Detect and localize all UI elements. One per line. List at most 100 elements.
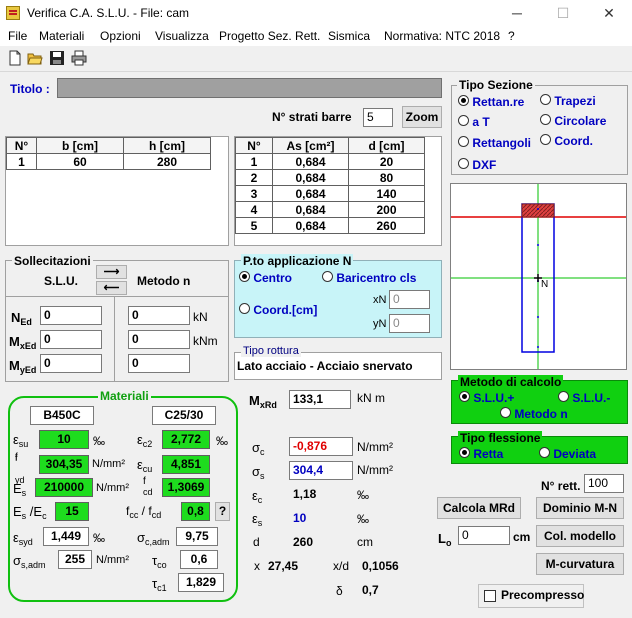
radio-dxf[interactable]: DXF: [458, 158, 496, 172]
radio-slu-minus[interactable]: S.L.U.-: [558, 391, 610, 405]
new-file-icon[interactable]: [7, 50, 23, 66]
fcc-fcd-value[interactable]: 0,8: [181, 502, 210, 521]
n-metodo-input[interactable]: 0: [128, 306, 190, 325]
radio-centro[interactable]: Centro: [239, 271, 292, 285]
radio-at[interactable]: a T: [458, 115, 490, 129]
tco-value[interactable]: 0,6: [180, 550, 218, 569]
metodo-calcolo-title: Metodo di calcolo: [458, 375, 564, 389]
xn-input[interactable]: 0: [389, 290, 430, 309]
table-row[interactable]: 1 60 280: [6, 153, 211, 170]
maximize-button[interactable]: ☐: [540, 0, 586, 26]
minimize-button[interactable]: ─: [494, 0, 540, 26]
sc-adm-value[interactable]: 9,75: [176, 527, 218, 546]
ss-adm-label: σs,adm: [13, 553, 46, 570]
esu-label: εsu: [13, 432, 29, 449]
col-modello-button[interactable]: Col. modello: [536, 525, 624, 547]
radio-metodo-n[interactable]: Metodo n: [500, 407, 568, 421]
ecu-value[interactable]: 4,851: [162, 455, 210, 474]
print-icon[interactable]: [71, 50, 87, 66]
yn-label: yN: [373, 318, 387, 330]
rebar: [537, 316, 539, 318]
es-ec-value[interactable]: 15: [55, 502, 89, 521]
unit-kn: kN: [193, 310, 208, 324]
concrete-class[interactable]: C25/30: [152, 406, 216, 425]
mxrd-label: MxRd: [249, 393, 277, 410]
my-metodo-input[interactable]: 0: [128, 354, 190, 373]
slu-label: S.L.U.: [44, 274, 79, 288]
menu-materiali[interactable]: Materiali: [39, 29, 84, 43]
steel-class[interactable]: B450C: [30, 406, 94, 425]
eps-c-value: 1,18: [293, 487, 317, 501]
x-value: 27,45: [268, 559, 299, 573]
menu-visualizza[interactable]: Visualizza: [155, 29, 209, 43]
radio-coord[interactable]: Coord.: [540, 134, 593, 148]
table-row[interactable]: 5 0,684 260: [235, 217, 425, 234]
lo-input[interactable]: 0: [458, 526, 510, 545]
mxed-input[interactable]: 0: [40, 330, 102, 349]
menu-file[interactable]: File: [8, 29, 27, 43]
zoom-button[interactable]: Zoom: [402, 106, 442, 128]
tc1-value[interactable]: 1,829: [178, 573, 224, 592]
radio-coord-cm[interactable]: Coord.[cm]: [239, 303, 317, 317]
radio-baricentro[interactable]: Baricentro cls: [322, 271, 416, 285]
radio-trapezi[interactable]: Trapezi: [540, 94, 596, 108]
tc1-label: τc1: [152, 576, 167, 593]
table-row[interactable]: 3 0,684 140: [235, 185, 425, 202]
radio-deviata[interactable]: Deviata: [539, 447, 596, 461]
arrow-left-button[interactable]: ⟵: [96, 281, 127, 295]
xd-label: x/d: [333, 559, 350, 573]
ned-input[interactable]: 0: [40, 306, 102, 325]
ss-adm-value[interactable]: 255: [58, 550, 92, 569]
save-icon[interactable]: [49, 50, 65, 66]
table-row[interactable]: 1 0,684 20: [235, 153, 425, 170]
esyd-value[interactable]: 1,449: [43, 527, 89, 546]
materiali-title: Materiali: [98, 389, 151, 403]
menu-normativa[interactable]: Normativa: NTC 2018: [384, 29, 500, 43]
strati-label: N° strati barre: [272, 110, 352, 124]
yn-input[interactable]: 0: [389, 314, 430, 333]
menu-sismica[interactable]: Sismica: [328, 29, 370, 43]
radio-rettanre[interactable]: Rettan.re: [458, 95, 524, 109]
rebar: [537, 208, 539, 210]
n-marker-label: N: [541, 279, 548, 290]
unit-knm: kNm: [193, 334, 218, 348]
nrett-input[interactable]: 100: [584, 474, 624, 493]
close-button[interactable]: ✕: [586, 0, 632, 26]
esyd-label: εsyd: [13, 530, 33, 547]
m-curvatura-button[interactable]: M-curvatura: [536, 553, 624, 575]
es-value[interactable]: 210000: [35, 478, 93, 497]
sigma-s-value: 304,4: [289, 461, 353, 480]
arrow-right-button[interactable]: ⟶: [96, 265, 127, 279]
pto-applicazione-title: P.to applicazione N: [241, 254, 354, 268]
menu-opzioni[interactable]: Opzioni: [100, 29, 141, 43]
help-button[interactable]: ?: [215, 502, 230, 521]
d-label: d: [253, 535, 260, 549]
table-row[interactable]: 4 0,684 200: [235, 201, 425, 218]
radio-slu-plus[interactable]: S.L.U.+: [459, 391, 514, 405]
radio-circolare[interactable]: Circolare: [540, 114, 606, 128]
calcola-mrd-button[interactable]: Calcola MRd: [437, 497, 521, 519]
title-bar: Verifica C.A. S.L.U. - File: cam ─ ☐ ✕: [0, 0, 632, 26]
dominio-mn-button[interactable]: Dominio M-N: [536, 497, 624, 519]
eps-c-label: εc: [252, 488, 263, 505]
ec2-value[interactable]: 2,772: [162, 430, 210, 449]
myed-input[interactable]: 0: [40, 354, 102, 373]
precompresso-checkbox[interactable]: [484, 590, 496, 602]
lo-label: Lo: [438, 531, 452, 548]
mx-metodo-input[interactable]: 0: [128, 330, 190, 349]
menu-progetto[interactable]: Progetto Sez. Rett.: [219, 29, 320, 43]
fcc-fcd-label: fcc / fcd: [126, 504, 162, 520]
fcd-label: f cd: [143, 476, 153, 497]
table-row[interactable]: 2 0,684 80: [235, 169, 425, 186]
d-value: 260: [293, 535, 314, 549]
esu-value[interactable]: 10: [39, 430, 89, 449]
fcd-value[interactable]: 1,3069: [162, 478, 210, 497]
open-folder-icon[interactable]: [27, 50, 43, 66]
titolo-field[interactable]: [57, 78, 442, 98]
fyd-value[interactable]: 304,35: [39, 455, 89, 474]
radio-retta[interactable]: Retta: [459, 447, 503, 461]
menu-help[interactable]: ?: [508, 29, 515, 43]
col-b: b [cm]: [36, 137, 124, 154]
strati-input[interactable]: 5: [363, 108, 393, 127]
radio-rettangoli[interactable]: Rettangoli: [458, 136, 531, 150]
